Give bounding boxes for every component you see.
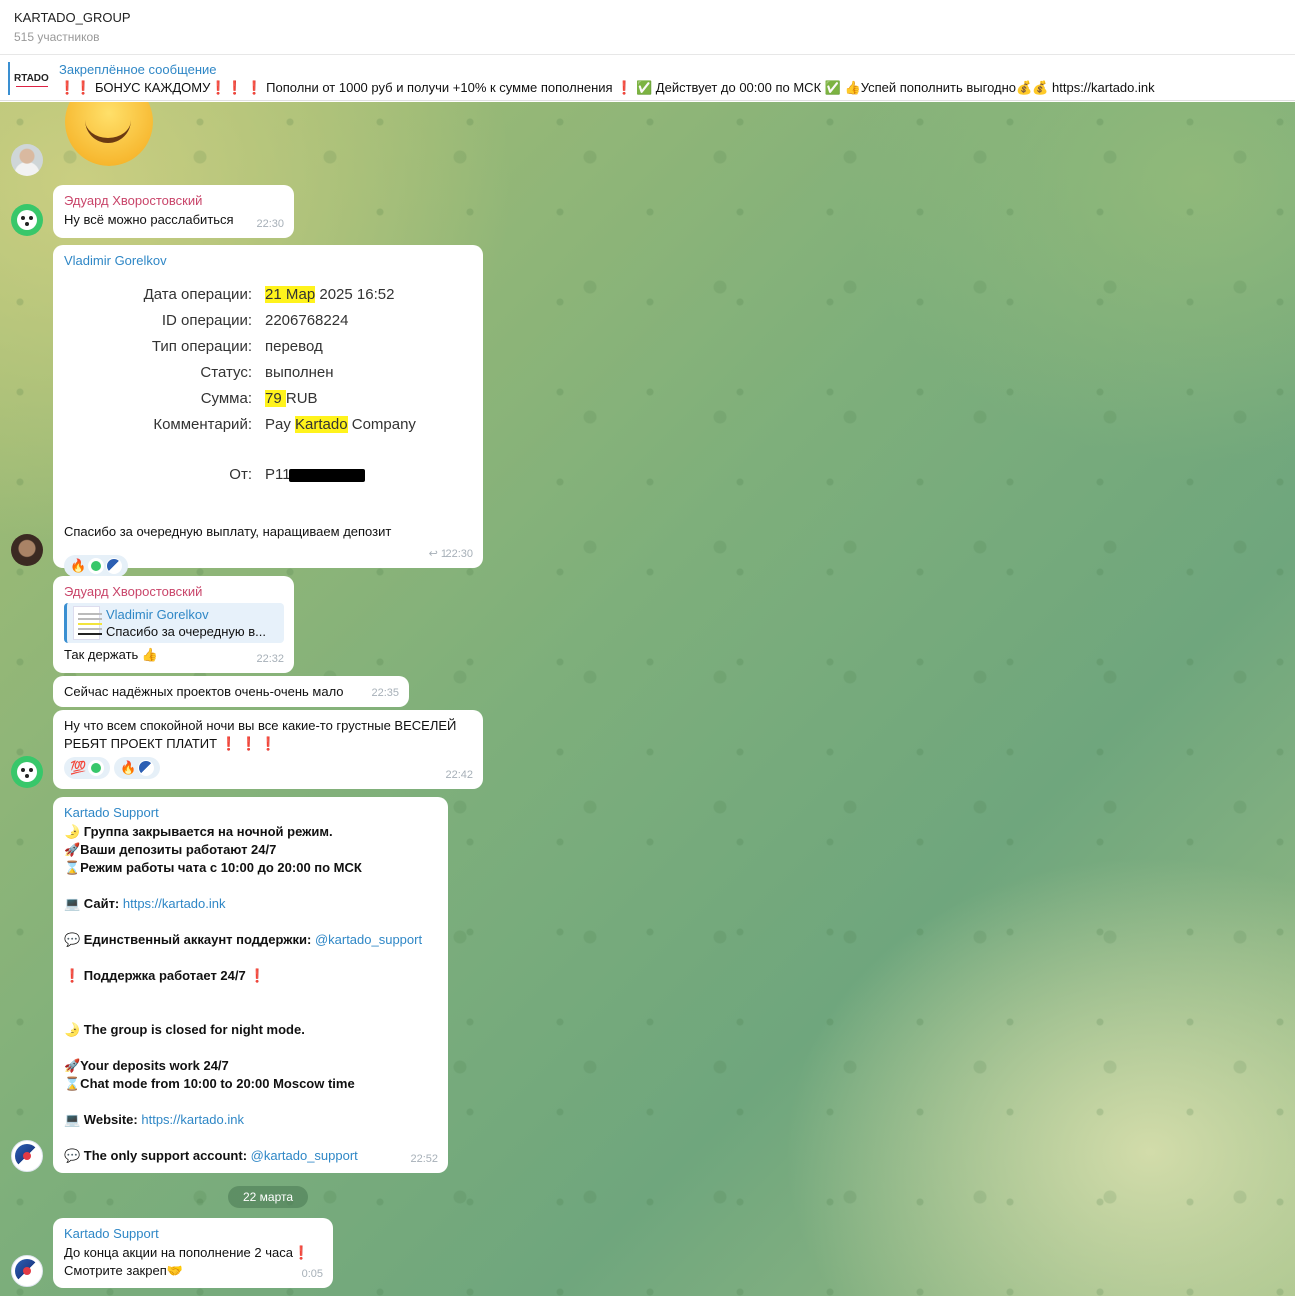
receipt-value: 2206768224 [265,312,349,329]
message-bubble: Vladimir Gorelkov Дата операции: 21 Мар … [53,245,483,577]
chat-area[interactable]: Эдуард Хворостовский Ну всё можно рассла… [0,102,1295,1296]
receipt-value: P11 [265,466,365,484]
message-sender[interactable]: Эдуард Хворостовский [64,583,283,601]
message-bubble: Эдуард Хворостовский Ну всё можно рассла… [53,185,294,238]
message-time: 22:35 [371,687,399,699]
message-text-line: 🚀Your deposits work 24/7 [64,1058,229,1073]
message-text-line: 💬 Единственный аккаунт поддержки: @karta… [64,932,423,947]
message-text-line: 🚀Ваши депозиты работают 24/7 [64,842,277,857]
message-bubble: Kartado Support 🌛 Группа закрывается на … [53,797,448,1173]
message-time: 22:32 [256,653,284,665]
receipt-label: От: [229,466,252,483]
message-text-line: ⌛Режим работы чата с 10:00 до 20:00 по М… [64,860,362,875]
reaction-chip[interactable]: 🔥 [114,757,161,779]
message-text: Так держать 👍 [64,647,159,662]
redaction-bar [288,468,365,482]
reply-thumbnail [73,606,102,640]
message-time: 22:30 [445,548,473,560]
reply-sender: Vladimir Gorelkov [106,607,209,622]
reactions-row: 🔥 [64,555,472,577]
user-avatar[interactable] [11,1140,43,1172]
reactions-row: 💯 🔥 [64,757,472,779]
message-sender[interactable]: Kartado Support [64,1225,322,1243]
reply-text: Спасибо за очередную в... [106,624,266,639]
message-time: 22:30 [256,218,284,230]
message-bubble: Ну что всем спокойной ночи вы все какие-… [53,710,483,789]
pinned-message-bar[interactable]: RTADO Закреплённое сообщение ❗❗ БОНУС КА… [0,55,1295,101]
hundred-icon: 💯 [70,760,87,775]
chat-header[interactable]: KARTADO_GROUP 515 участников [0,0,1295,55]
pinned-text: ❗❗ БОНУС КАЖДОМУ❗❗ ❗ Пополни от 1000 руб… [59,80,1155,95]
receipt-value: перевод [265,338,323,355]
message-text-line: Ну что всем спокойной ночи вы все какие-… [64,718,457,733]
member-count: 515 участников [14,30,100,44]
receipt-value: Pay Kartado Company [265,416,416,433]
message-bubble: Эдуард Хворостовский Vladimir Gorelkov С… [53,576,294,673]
user-avatar[interactable] [11,756,43,788]
fire-icon: 🔥 [120,760,137,775]
message-text: Ну всё можно расслабиться [64,212,234,227]
reaction-chip[interactable]: 🔥 [64,555,129,577]
pinned-accent-bar [8,62,10,95]
reactor-avatar [106,558,123,574]
message-sender[interactable]: Kartado Support [64,804,437,822]
site-link[interactable]: https://kartado.ink [123,896,226,911]
message-text-line: Смотрите закреп🤝 [64,1263,183,1278]
message-text: Сейчас надёжных проектов очень-очень мал… [64,684,344,699]
chat-title: KARTADO_GROUP [14,10,131,25]
message-bubble: Kartado Support До конца акции на пополн… [53,1218,333,1288]
receipt-label: ID операции: [161,312,252,329]
support-mention-link[interactable]: @kartado_support [315,932,422,947]
receipt-label: Дата операции: [143,286,252,303]
reply-preview[interactable]: Vladimir Gorelkov Спасибо за очередную в… [64,603,284,643]
reactor-avatar [88,760,105,776]
message-text-line: 💻 Сайт: https://kartado.ink [64,896,226,911]
pinned-thumbnail: RTADO [14,62,50,95]
message-bubble: Сейчас надёжных проектов очень-очень мал… [53,676,409,707]
message-sender[interactable]: Vladimir Gorelkov [64,252,472,270]
message-text-line: 🌛 Группа закрывается на ночной режим. [64,824,333,839]
user-avatar[interactable] [11,1255,43,1287]
receipt-image[interactable]: Дата операции: 21 Мар 2025 16:52 ID опер… [64,276,474,516]
user-avatar[interactable] [11,204,43,236]
reactor-avatar [88,558,105,574]
receipt-value: 21 Мар 2025 16:52 [265,286,395,303]
user-avatar[interactable] [11,534,43,566]
receipt-value: 79 RUB [265,390,318,407]
message-time: 22:42 [445,769,473,781]
message-time: 22:52 [410,1153,438,1165]
reactor-avatar [138,760,155,776]
receipt-label: Тип операции: [151,338,252,355]
receipt-value: выполнен [265,364,334,381]
pinned-title: Закреплённое сообщение [59,62,217,77]
smiling-face-sticker [65,102,153,166]
message-time: 0:05 [301,1268,323,1280]
reaction-chip[interactable]: 💯 [64,757,111,779]
receipt-label: Сумма: [200,390,252,407]
fire-icon: 🔥 [70,558,87,573]
message-text-line: РЕБЯТ ПРОЕКТ ПЛАТИТ ❗ ❗ ❗ [64,736,277,751]
message-text-line: 💻 Website: https://kartado.ink [64,1112,244,1127]
user-avatar[interactable] [11,144,43,176]
date-separator: 22 марта [228,1186,308,1208]
message-text-line: ❗ Поддержка работает 24/7 ❗ [64,968,266,983]
forward-count: ↩ 1 [428,548,447,560]
receipt-label: Статус: [200,364,252,381]
receipt-label: Комментарий: [153,416,252,433]
support-account-link[interactable]: @kartado_support [251,1148,358,1163]
website-link[interactable]: https://kartado.ink [141,1112,244,1127]
message-text-line: 🌛 The group is closed for night mode. [64,1022,305,1037]
message-text: Спасибо за очередную выплату, наращиваем… [64,524,392,539]
message-text-line: До конца акции на пополнение 2 часа❗ [64,1245,310,1260]
message-text-line: 💬 The only support account: @kartado_sup… [64,1148,358,1163]
message-text-line: ⌛Chat mode from 10:00 to 20:00 Moscow ti… [64,1076,355,1091]
message-sender[interactable]: Эдуард Хворостовский [64,192,283,210]
